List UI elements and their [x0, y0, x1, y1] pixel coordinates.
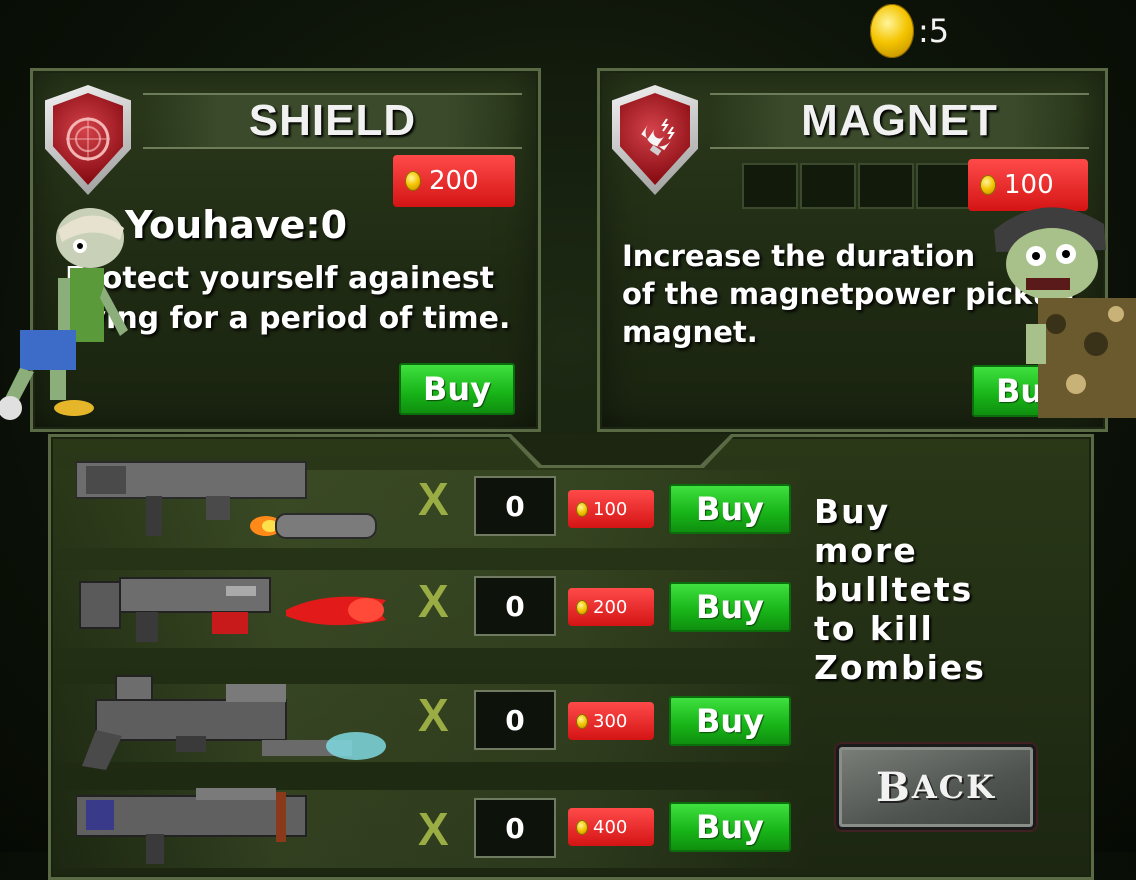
multiply-sign: X	[418, 575, 449, 627]
weapon-buy-button[interactable]: Buy	[669, 484, 791, 534]
weapon-buy-button[interactable]: Buy	[669, 802, 791, 852]
level-cell	[858, 163, 914, 209]
weapon-price-tag: 400	[568, 808, 654, 846]
weapon-price: 400	[593, 816, 628, 838]
shield-price: 200	[429, 166, 479, 196]
zombie-left-image	[0, 208, 128, 420]
magnet-emblem-icon	[612, 85, 698, 195]
coin-counter: :5	[870, 4, 949, 58]
back-label-first: B	[876, 763, 912, 811]
weapon-price: 200	[593, 596, 628, 618]
shield-price-tag: 200	[393, 155, 515, 207]
magnet-title-bar: MAGNET	[710, 93, 1089, 149]
weapon-price-tag: 100	[568, 490, 654, 528]
level-cell	[916, 163, 972, 209]
weapon-price-tag: 200	[568, 588, 654, 626]
weapon-buy-button[interactable]: Buy	[669, 696, 791, 746]
coin-icon	[870, 4, 914, 58]
rocket-launcher-image	[76, 461, 377, 539]
shield-emblem-icon	[45, 85, 131, 195]
flamethrower-image	[79, 577, 386, 642]
weapon-price-tag: 300	[568, 702, 654, 740]
multiply-sign: X	[418, 689, 449, 741]
shield-title: SHIELD	[248, 96, 417, 145]
level-cell	[742, 163, 798, 209]
shield-buy-button[interactable]: Buy	[399, 363, 515, 415]
coin-icon	[576, 819, 588, 835]
ammo-promo-text: Buy more bulltets to kill Zombies	[814, 492, 986, 687]
magnet-title: MAGNET	[801, 96, 998, 145]
weapon-quantity: 0	[474, 798, 556, 858]
weapon-quantity: 0	[474, 476, 556, 536]
shield-owned-count: Youhave:0	[125, 203, 348, 247]
laser-gun-image	[82, 675, 386, 770]
coin-icon	[576, 713, 588, 729]
magnet-level-bar	[742, 163, 972, 209]
weapon-price: 300	[593, 710, 628, 732]
heavy-rifle-image	[76, 788, 307, 864]
weapon-quantity: 0	[474, 690, 556, 750]
weapon-quantity: 0	[474, 576, 556, 636]
weapon-buy-button[interactable]: Buy	[669, 582, 791, 632]
coin-icon	[405, 171, 421, 191]
shield-title-bar: SHIELD	[143, 93, 522, 149]
level-cell	[800, 163, 856, 209]
multiply-sign: X	[418, 473, 449, 525]
multiply-sign: X	[418, 803, 449, 855]
zombie-right-image	[994, 207, 1136, 418]
coin-icon	[980, 175, 996, 195]
coin-icon	[576, 501, 588, 517]
coin-count: :5	[918, 12, 950, 50]
coin-icon	[576, 599, 588, 615]
back-button[interactable]: B ACK	[836, 744, 1036, 830]
weapon-price: 100	[593, 498, 628, 520]
back-label-rest: ACK	[911, 768, 996, 806]
